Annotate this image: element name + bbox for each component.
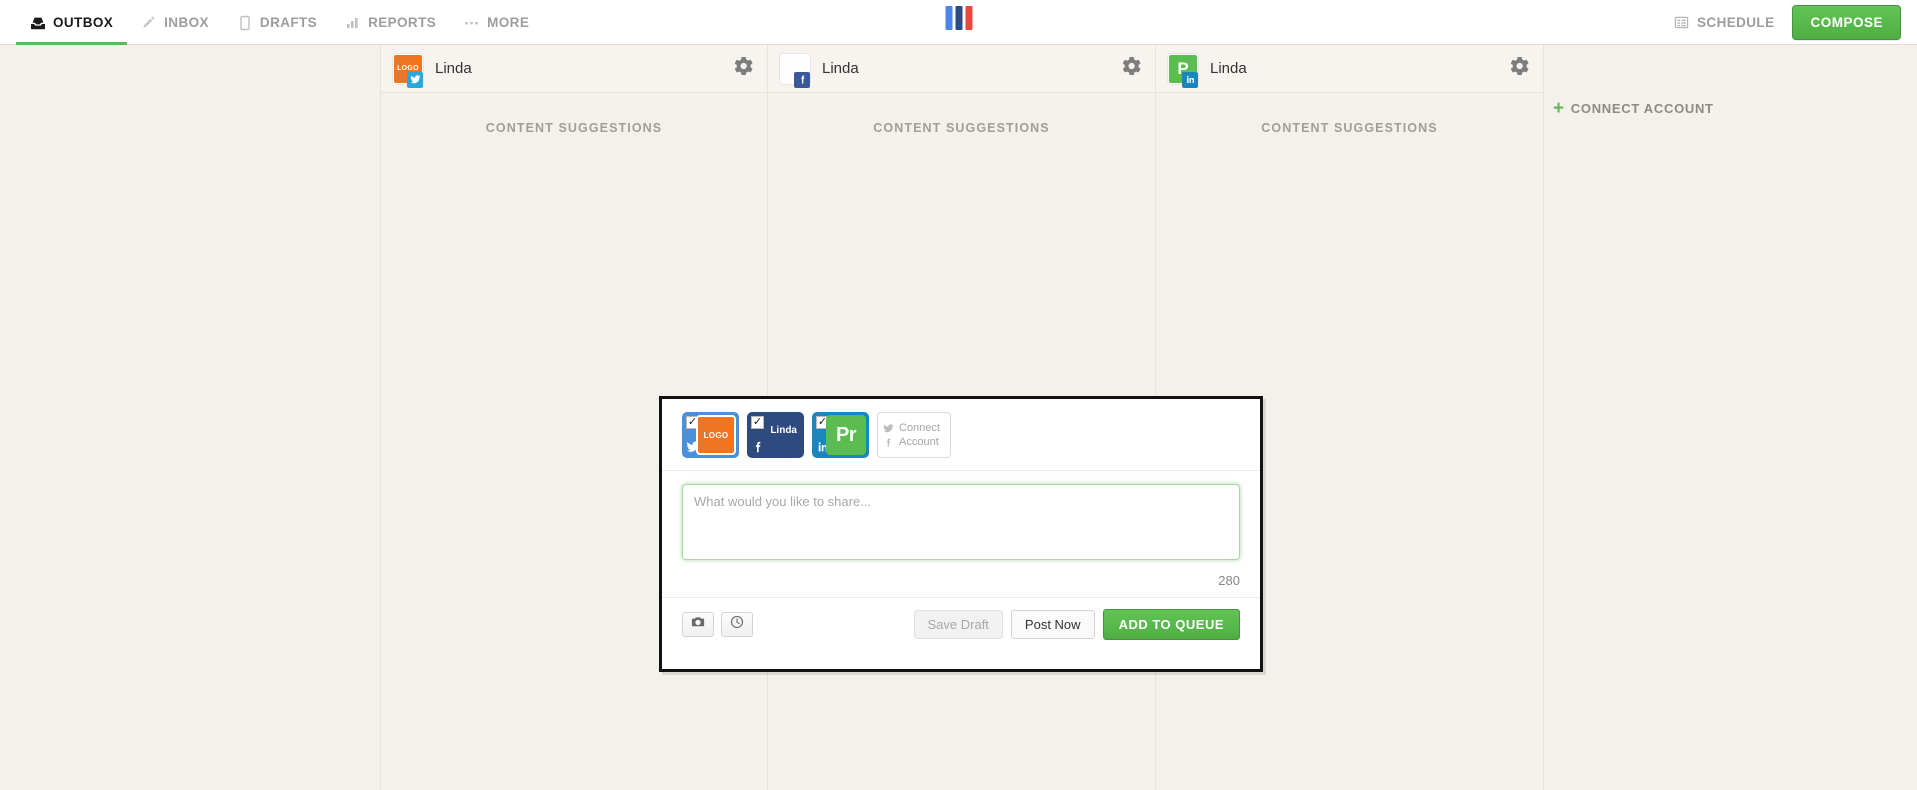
compose-body [662, 471, 1260, 565]
gear-icon[interactable] [1122, 56, 1141, 80]
post-text-input[interactable] [682, 484, 1240, 560]
plus-icon: + [1553, 98, 1565, 119]
account-tile-twitter[interactable]: ✓ LOGO [682, 412, 739, 458]
connect-tile-line2: Account [899, 436, 939, 448]
calendar-icon [1673, 14, 1689, 30]
account-name: Linda [1210, 60, 1247, 77]
compose-actions: Save Draft Post Now ADD TO QUEUE [913, 609, 1240, 640]
compose-footer: Save Draft Post Now ADD TO QUEUE [662, 597, 1260, 651]
account-avatar-name: Linda [770, 425, 797, 436]
character-counter: 280 [1218, 573, 1240, 588]
account-tile-linkedin[interactable]: ✓ Pr [812, 412, 869, 458]
account-avatar: Pr [826, 415, 866, 455]
content-suggestions-label: CONTENT SUGGESTIONS [485, 121, 663, 135]
avatar [780, 53, 810, 88]
nav-item-more[interactable]: MORE [450, 0, 543, 45]
post-now-button[interactable]: Post Now [1010, 610, 1095, 639]
nav-item-drafts[interactable]: DRAFTS [223, 0, 331, 45]
compose-button[interactable]: COMPOSE [1792, 4, 1901, 40]
connect-tile-line1: Connect [899, 422, 940, 434]
nav-item-inbox[interactable]: INBOX [127, 0, 223, 45]
inbox-icon [141, 15, 157, 31]
more-icon [464, 15, 480, 31]
gear-icon[interactable] [734, 56, 753, 80]
account-selector: ✓ LOGO ✓ Linda ✓ Pr Connect Account [662, 399, 1260, 471]
nav-item-label: REPORTS [368, 15, 437, 30]
top-navigation-bar: OUTBOX INBOX DRAFTS REPORTS MORE SCHEDUL… [0, 0, 1917, 45]
column-header: P Linda [1156, 45, 1543, 93]
schedule-time-button[interactable] [721, 612, 753, 637]
nav-item-outbox[interactable]: OUTBOX [16, 0, 128, 45]
avatar: LOGO [393, 53, 423, 88]
add-to-queue-button[interactable]: ADD TO QUEUE [1102, 609, 1240, 640]
nav-item-label: OUTBOX [53, 15, 114, 30]
facebook-icon [751, 440, 765, 454]
schedule-label: SCHEDULE [1697, 14, 1775, 30]
connect-account-button[interactable]: + CONNECT ACCOUNT [1553, 99, 1714, 118]
connect-account-tile[interactable]: Connect Account [877, 412, 951, 458]
clock-icon [730, 615, 744, 634]
avatar: P [1168, 53, 1198, 88]
gear-icon[interactable] [1510, 56, 1529, 80]
app-logo [945, 6, 972, 30]
twitter-icon [407, 71, 423, 88]
outbox-icon [30, 15, 46, 31]
reports-icon [345, 15, 361, 31]
nav-item-label: INBOX [164, 15, 209, 30]
account-name: Linda [435, 60, 472, 77]
nav-item-label: MORE [487, 15, 530, 30]
schedule-button[interactable]: SCHEDULE [1673, 14, 1774, 30]
content-suggestions-label: CONTENT SUGGESTIONS [1261, 121, 1438, 135]
drafts-icon [237, 15, 253, 31]
connect-account-label: CONNECT ACCOUNT [1570, 101, 1714, 116]
account-name: Linda [822, 60, 859, 77]
save-draft-button[interactable]: Save Draft [913, 610, 1003, 639]
account-avatar: LOGO [696, 415, 736, 455]
twitter-icon [883, 423, 894, 434]
content-suggestions-label: CONTENT SUGGESTIONS [873, 121, 1050, 135]
nav-item-reports[interactable]: REPORTS [331, 0, 450, 45]
nav-right-actions: SCHEDULE COMPOSE [1673, 0, 1917, 44]
compose-modal: ✓ LOGO ✓ Linda ✓ Pr Connect Account What… [659, 396, 1263, 672]
attach-photo-button[interactable] [682, 612, 714, 637]
column-header: LOGO Linda [381, 45, 767, 93]
column-header: Linda [768, 45, 1155, 93]
nav-item-label: DRAFTS [259, 15, 318, 30]
facebook-icon [794, 71, 810, 88]
linkedin-icon [1182, 71, 1198, 88]
primary-nav: OUTBOX INBOX DRAFTS REPORTS MORE [0, 0, 543, 45]
camera-icon [691, 615, 705, 634]
account-checkbox[interactable]: ✓ [751, 416, 764, 429]
account-tile-facebook[interactable]: ✓ Linda [747, 412, 804, 458]
outbox-board: LOGO Linda CONTENT SUGGESTIONS Linda CON… [0, 45, 1917, 790]
facebook-icon [883, 437, 894, 448]
